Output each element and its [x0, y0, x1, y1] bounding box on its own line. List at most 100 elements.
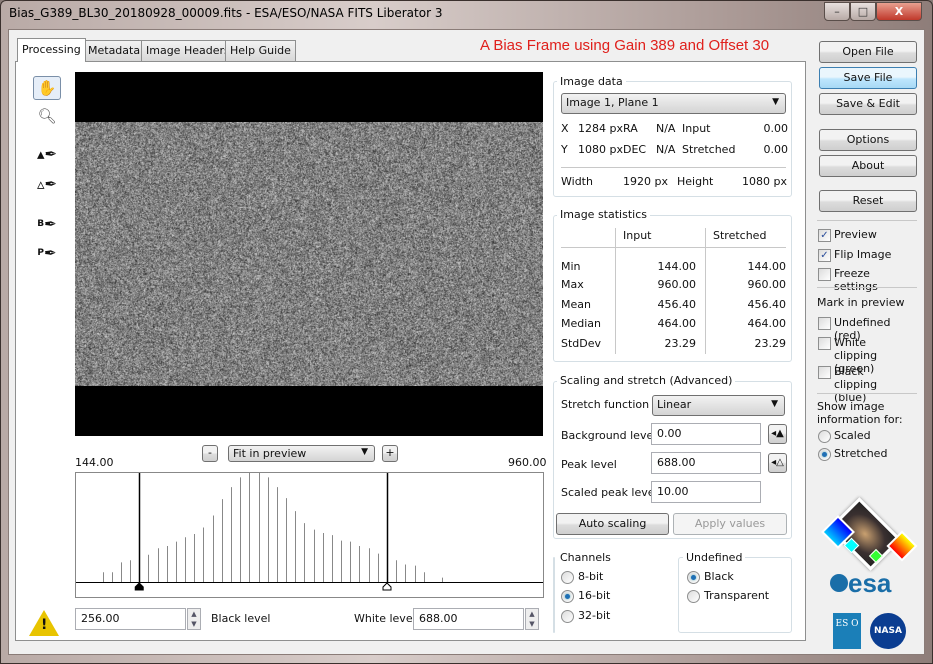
- zoom-select-value: Fit in preview: [233, 447, 306, 460]
- black-clip-checkbox[interactable]: [818, 366, 831, 379]
- height-value: 1080 px: [730, 175, 787, 188]
- tab-help-guide[interactable]: Help Guide: [225, 40, 296, 61]
- freeze-checkbox[interactable]: [818, 268, 831, 281]
- apply-values-button[interactable]: Apply values: [673, 513, 787, 535]
- show-stretched-label: Stretched: [834, 447, 887, 460]
- save-and-edit-button[interactable]: Save & Edit: [819, 93, 917, 115]
- chevron-down-icon: ▼: [771, 399, 778, 409]
- black-level-label: Black level: [211, 612, 270, 625]
- peak-picker-icon[interactable]: P✒: [33, 242, 61, 266]
- stats-row-label: Mean: [561, 298, 591, 311]
- stats-stretched-value: 23.29: [710, 337, 786, 350]
- black-level-picker-icon[interactable]: ▴✒: [33, 143, 61, 167]
- about-button[interactable]: About: [819, 155, 917, 177]
- peak-level-input[interactable]: 688.00: [651, 452, 761, 474]
- pick-background-button[interactable]: ◂▲: [768, 424, 787, 444]
- y-value: 1080 px: [578, 143, 623, 156]
- show-info-label: Show image information for:: [817, 400, 907, 426]
- background-level-input[interactable]: 0.00: [651, 423, 761, 445]
- background-picker-icon[interactable]: B✒: [33, 213, 61, 237]
- show-scaled-label: Scaled: [834, 429, 871, 442]
- options-button[interactable]: Options: [819, 129, 917, 151]
- preview-image: [75, 122, 543, 386]
- minimize-button[interactable]: –: [824, 2, 850, 21]
- scaling-title: Scaling and stretch (Advanced): [557, 374, 735, 387]
- zoom-in-button[interactable]: +: [382, 445, 398, 462]
- stats-input-value: 960.00: [620, 278, 696, 291]
- white-level-picker-icon[interactable]: ▵✒: [33, 173, 61, 197]
- histogram-min-label: 144.00: [75, 456, 114, 469]
- warning-mark: !: [41, 617, 47, 633]
- stretched-value: 0.00: [740, 143, 788, 156]
- divider: [705, 228, 706, 354]
- eso-logo: ES O: [833, 613, 861, 649]
- undefined-option-label: Black: [704, 570, 734, 583]
- annotation-caption: A Bias Frame using Gain 389 and Offset 3…: [480, 37, 769, 54]
- flip-checkbox[interactable]: ✓: [818, 249, 831, 262]
- stats-row-label: Min: [561, 260, 581, 273]
- open-file-button[interactable]: Open File: [819, 41, 917, 63]
- zoom-out-button[interactable]: -: [202, 445, 218, 462]
- hand-icon[interactable]: ✋: [33, 76, 61, 100]
- b-letter: B: [37, 219, 44, 229]
- black-level-input[interactable]: 256.00: [75, 608, 186, 630]
- tab-image-headers[interactable]: Image Headers: [141, 40, 235, 61]
- zoom-select[interactable]: Fit in preview ▼: [228, 445, 375, 462]
- channels-title: Channels: [557, 551, 614, 564]
- histogram[interactable]: [75, 472, 545, 598]
- divider: [817, 287, 917, 288]
- maximize-button[interactable]: □: [850, 2, 876, 21]
- ra-label: RA: [623, 122, 638, 135]
- stats-input-value: 23.29: [620, 337, 696, 350]
- stats-stretched-value: 144.00: [710, 260, 786, 273]
- channels-radio-16-bit[interactable]: [561, 590, 574, 603]
- show-stretched-radio[interactable]: [818, 448, 831, 461]
- plane-select[interactable]: Image 1, Plane 1 ▼: [561, 93, 786, 114]
- undefined-radio-transparent[interactable]: [687, 590, 700, 603]
- white-level-input[interactable]: 688.00: [413, 608, 524, 630]
- p-letter: P: [37, 248, 44, 258]
- zoom-icon[interactable]: 🔍︎: [33, 105, 61, 129]
- input-value: 0.00: [740, 122, 788, 135]
- ra-value: N/A: [656, 122, 675, 135]
- width-value: 1920 px: [610, 175, 668, 188]
- stretch-function-select[interactable]: Linear ▼: [652, 395, 785, 416]
- show-scaled-radio[interactable]: [818, 430, 831, 443]
- preview-checkbox[interactable]: ✓: [818, 229, 831, 242]
- channels-radio-32-bit[interactable]: [561, 610, 574, 623]
- stats-row-label: Max: [561, 278, 584, 291]
- histogram-max-label: 960.00: [508, 456, 547, 469]
- white-clip-checkbox[interactable]: [818, 337, 831, 350]
- stretched-label: Stretched: [682, 143, 735, 156]
- stats-input-value: 456.40: [620, 298, 696, 311]
- image-data-title: Image data: [557, 75, 626, 88]
- tab-processing[interactable]: Processing: [17, 38, 86, 62]
- scaled-peak-level-label: Scaled peak level: [561, 486, 658, 499]
- save-file-button[interactable]: Save File: [819, 67, 917, 89]
- stats-stretched-value: 464.00: [710, 317, 786, 330]
- stats-input-value: 464.00: [620, 317, 696, 330]
- pick-peak-button[interactable]: ◂△: [768, 453, 787, 473]
- window-title: Bias_G389_BL30_20180928_00009.fits - ESA…: [9, 6, 442, 20]
- channels-radio-8-bit[interactable]: [561, 571, 574, 584]
- divider: [615, 228, 616, 354]
- chevron-down-icon: ▼: [361, 447, 368, 457]
- mark-in-preview-label: Mark in preview: [817, 296, 905, 309]
- white-level-stepper[interactable]: ▲ ▼: [525, 608, 539, 630]
- preview-label: Preview: [834, 228, 909, 241]
- tab-metadata[interactable]: Metadata: [83, 40, 145, 61]
- image-preview[interactable]: [75, 72, 543, 436]
- width-label: Width: [561, 175, 593, 188]
- reset-button[interactable]: Reset: [819, 190, 917, 212]
- y-label: Y: [561, 143, 568, 156]
- undef-red-checkbox[interactable]: [818, 317, 831, 330]
- scaled-peak-level-input[interactable]: 10.00: [651, 481, 761, 503]
- flip-label: Flip Image: [834, 248, 909, 261]
- close-button[interactable]: X: [876, 2, 922, 21]
- black-level-stepper[interactable]: ▲ ▼: [187, 608, 201, 630]
- chevron-down-icon: ▼: [772, 97, 779, 107]
- auto-scaling-button[interactable]: Auto scaling: [556, 513, 669, 535]
- stats-stretched-value: 960.00: [710, 278, 786, 291]
- white-level-label: White level: [354, 612, 416, 625]
- undefined-radio-black[interactable]: [687, 571, 700, 584]
